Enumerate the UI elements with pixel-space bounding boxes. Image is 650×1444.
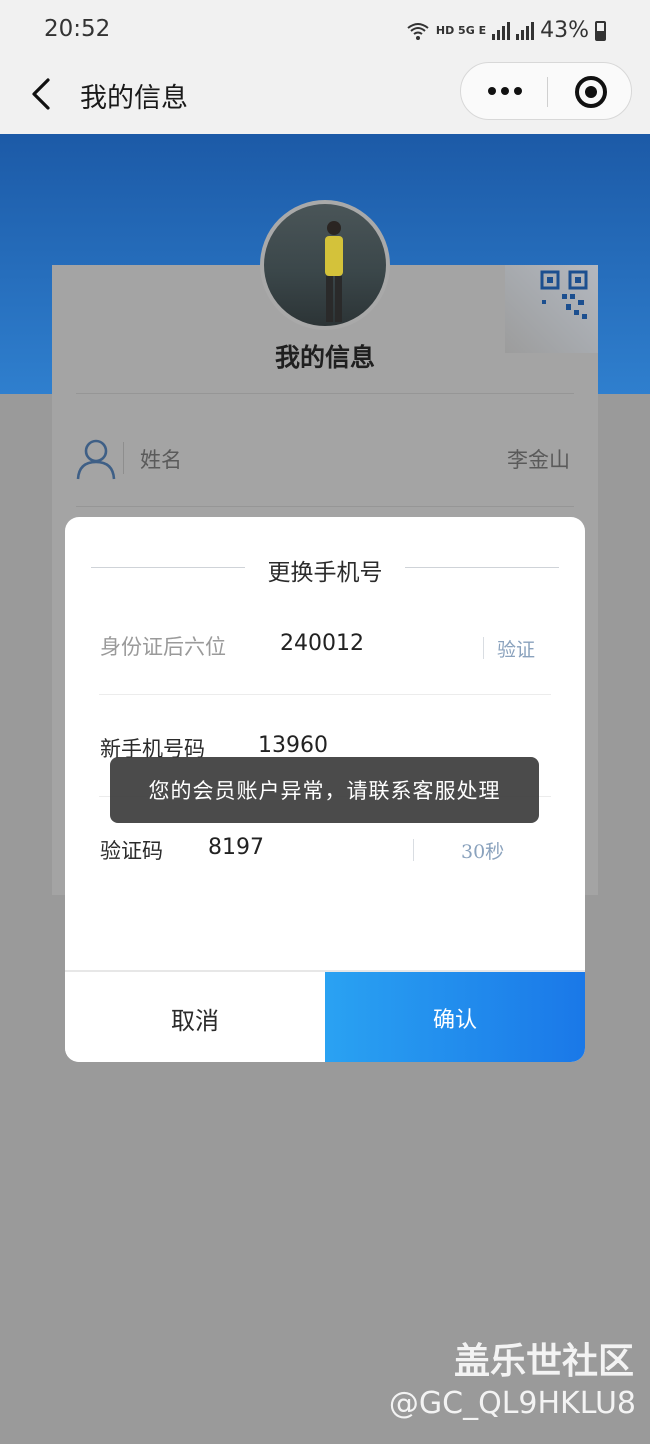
verify-separator	[483, 637, 484, 659]
countdown-separator	[413, 839, 414, 861]
name-row: 姓名 李金山	[76, 432, 574, 482]
nav-bar: 我的信息	[0, 62, 650, 134]
verification-code-label: 验证码	[100, 839, 163, 863]
name-divider	[76, 506, 574, 507]
status-time: 20:52	[44, 16, 111, 42]
cancel-button[interactable]: 取消	[65, 972, 325, 1062]
title-line-right	[405, 567, 559, 568]
user-icon	[76, 439, 116, 480]
dialog-footer: 取消 确认	[65, 970, 585, 1062]
target-icon[interactable]	[575, 76, 607, 108]
watermark-brand: 盖乐世社区	[453, 1341, 634, 1382]
qr-code-icon[interactable]	[540, 270, 592, 322]
status-bar: 20:52 HD 5G E 43%	[0, 0, 650, 62]
battery-icon	[595, 20, 606, 41]
mini-program-capsule	[460, 62, 632, 120]
more-dots-icon[interactable]	[483, 73, 527, 109]
id-last-six-label: 身份证后六位	[100, 635, 226, 659]
dialog-title: 更换手机号	[267, 560, 383, 586]
name-value: 李金山	[507, 448, 570, 472]
avatar[interactable]	[260, 200, 390, 330]
card-title: 我的信息	[274, 343, 375, 372]
countdown-timer[interactable]: 30秒	[461, 837, 504, 864]
verification-code-input[interactable]: 8197	[208, 835, 264, 860]
id-last-six-input[interactable]: 240012	[280, 631, 364, 656]
wifi-icon	[407, 22, 429, 40]
confirm-button[interactable]: 确认	[325, 972, 585, 1062]
status-icons: HD 5G E 43%	[406, 18, 606, 43]
network-label: HD 5G E	[435, 24, 487, 37]
signal-icon	[492, 21, 511, 40]
capsule-divider	[547, 77, 548, 107]
error-toast: 您的会员账户异常，请联系客服处理	[110, 757, 539, 823]
name-label: 姓名	[140, 448, 182, 472]
avatar-person-image	[325, 221, 343, 322]
name-row-separator	[123, 442, 124, 474]
battery-percent: 43%	[540, 18, 589, 43]
page-title: 我的信息	[80, 83, 188, 114]
new-phone-input[interactable]: 13960	[258, 733, 328, 758]
card-divider	[76, 393, 574, 394]
signal-icon-2	[516, 21, 535, 40]
verify-button[interactable]: 验证	[497, 635, 535, 662]
row-divider-1	[99, 694, 551, 695]
back-arrow-icon[interactable]	[24, 74, 64, 114]
watermark-handle: @GC_QL9HKLU8	[388, 1386, 636, 1421]
